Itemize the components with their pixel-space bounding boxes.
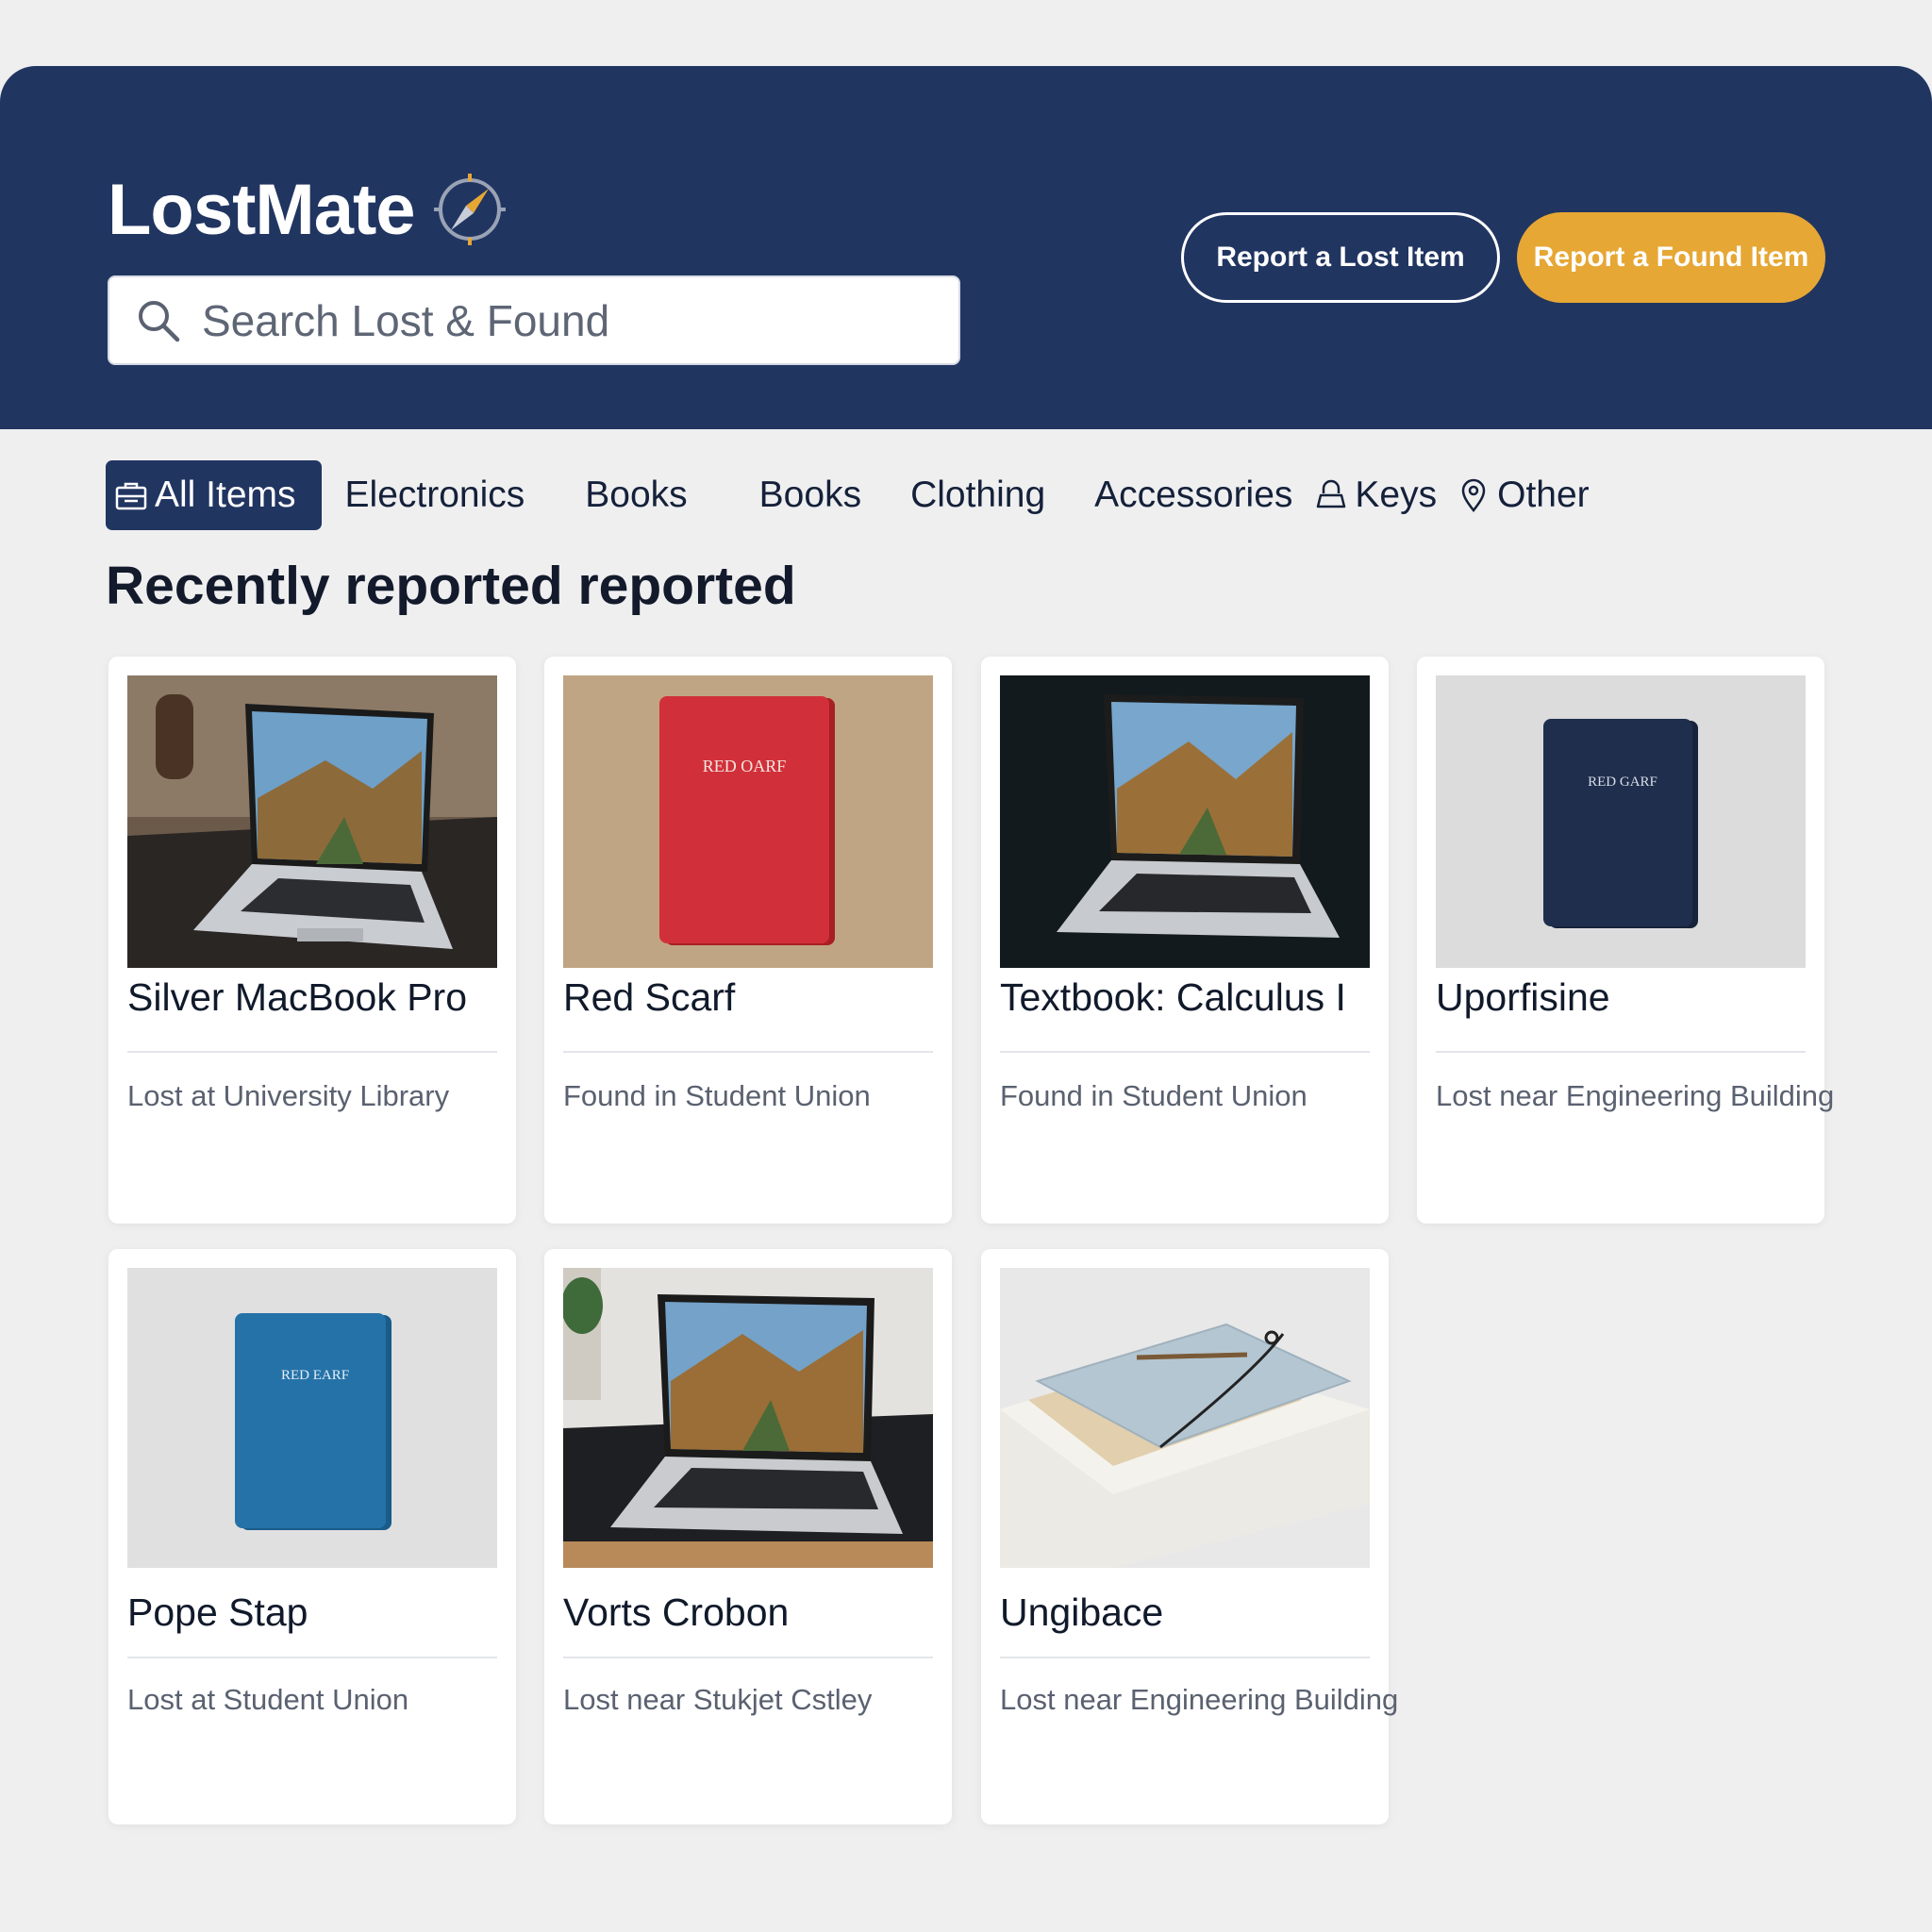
book-cover-text: RED OARF (703, 757, 787, 775)
card-divider (563, 1051, 933, 1053)
item-card[interactable]: RED GARF Uporfisine Lost near Engineerin… (1417, 657, 1834, 1224)
tab-accessories[interactable]: Accessories (1094, 460, 1292, 530)
search-icon (139, 300, 180, 341)
tab-books-2[interactable]: Books (759, 460, 861, 530)
tab-other[interactable]: Other (1456, 460, 1590, 530)
item-photo-laptop (127, 675, 497, 968)
report-found-button[interactable]: Report a Found Item (1517, 212, 1825, 303)
app-name: LostMate (108, 169, 416, 250)
item-title: Uporfisine (1436, 975, 1610, 1019)
item-title: Textbook: Calculus I (1000, 975, 1346, 1019)
lock-icon (1317, 479, 1346, 508)
tab-label: All Items (155, 475, 296, 515)
compass-icon (433, 174, 506, 245)
book-cover-text: RED GARF (1588, 774, 1657, 790)
card-divider (1000, 1657, 1370, 1658)
briefcase-icon (115, 482, 147, 510)
tab-label: Other (1497, 475, 1590, 515)
map-pin-icon (1461, 478, 1486, 513)
item-location: Lost at Student Union (127, 1683, 409, 1716)
item-location: Lost near Engineering Building (1000, 1683, 1399, 1716)
item-location: Found in Student Union (563, 1079, 871, 1112)
search-input[interactable] (202, 294, 938, 346)
tab-electronics[interactable]: Electronics (345, 460, 525, 530)
tab-label: Clothing (910, 475, 1046, 515)
item-photo-laptop-desk (563, 1268, 933, 1568)
card-divider (563, 1657, 933, 1658)
tab-label: Electronics (344, 475, 525, 515)
tab-clothing[interactable]: Clothing (910, 460, 1045, 530)
tab-label: Accessories (1094, 475, 1293, 515)
report-lost-button[interactable]: Report a Lost Item (1181, 212, 1500, 303)
item-title: Pope Stap (127, 1591, 308, 1634)
tab-all-items[interactable]: All Items (106, 460, 322, 530)
item-photo-navy-book: RED GARF (1436, 675, 1806, 968)
app-header: LostMate Report a Lost Item Report a Fou… (0, 66, 1932, 429)
section-title: Recently reported reported (106, 556, 796, 616)
card-divider (127, 1051, 497, 1053)
item-title: Vorts Crobon (563, 1591, 790, 1634)
item-location: Lost at University Library (127, 1079, 450, 1112)
item-photo-laptop-dark (1000, 675, 1370, 968)
category-tabs: All Items Electronics Books Books Clothi… (106, 460, 1590, 530)
card-divider (1000, 1051, 1370, 1053)
tab-books[interactable]: Books (585, 460, 687, 530)
item-card[interactable]: RED OARF Red Scarf Found in Student Unio… (544, 657, 952, 1224)
tab-label: Books (758, 475, 862, 515)
item-card[interactable]: RED EARF Pope Stap Lost at Student Union (108, 1249, 516, 1824)
item-location: Lost near Engineering Building (1436, 1079, 1835, 1112)
item-location: Lost near Stukjet Cstley (563, 1683, 873, 1716)
book-cover-text: RED EARF (281, 1368, 349, 1383)
item-card[interactable]: Vorts Crobon Lost near Stukjet Cstley (544, 1249, 952, 1824)
item-title: Silver MacBook Pro (127, 975, 468, 1019)
tab-label: Books (585, 475, 688, 515)
item-location: Found in Student Union (1000, 1079, 1307, 1112)
tab-label: Keys (1355, 475, 1438, 515)
item-photo-notebooks (1000, 1268, 1370, 1568)
tab-keys[interactable]: Keys (1313, 460, 1437, 530)
logo[interactable]: LostMate (108, 168, 511, 251)
search-bar[interactable] (108, 275, 960, 365)
item-photo-red-book: RED OARF (563, 675, 933, 968)
item-title: Ungibace (1000, 1591, 1164, 1634)
card-divider (1436, 1051, 1806, 1053)
item-card[interactable]: Ungibace Lost near Engineering Building (981, 1249, 1398, 1824)
item-card[interactable]: Textbook: Calculus I Found in Student Un… (981, 657, 1389, 1224)
card-divider (127, 1657, 497, 1658)
item-card[interactable]: Silver MacBook Pro Lost at University Li… (108, 657, 516, 1224)
item-title: Red Scarf (563, 975, 736, 1019)
item-photo-blue-book: RED EARF (127, 1268, 497, 1568)
